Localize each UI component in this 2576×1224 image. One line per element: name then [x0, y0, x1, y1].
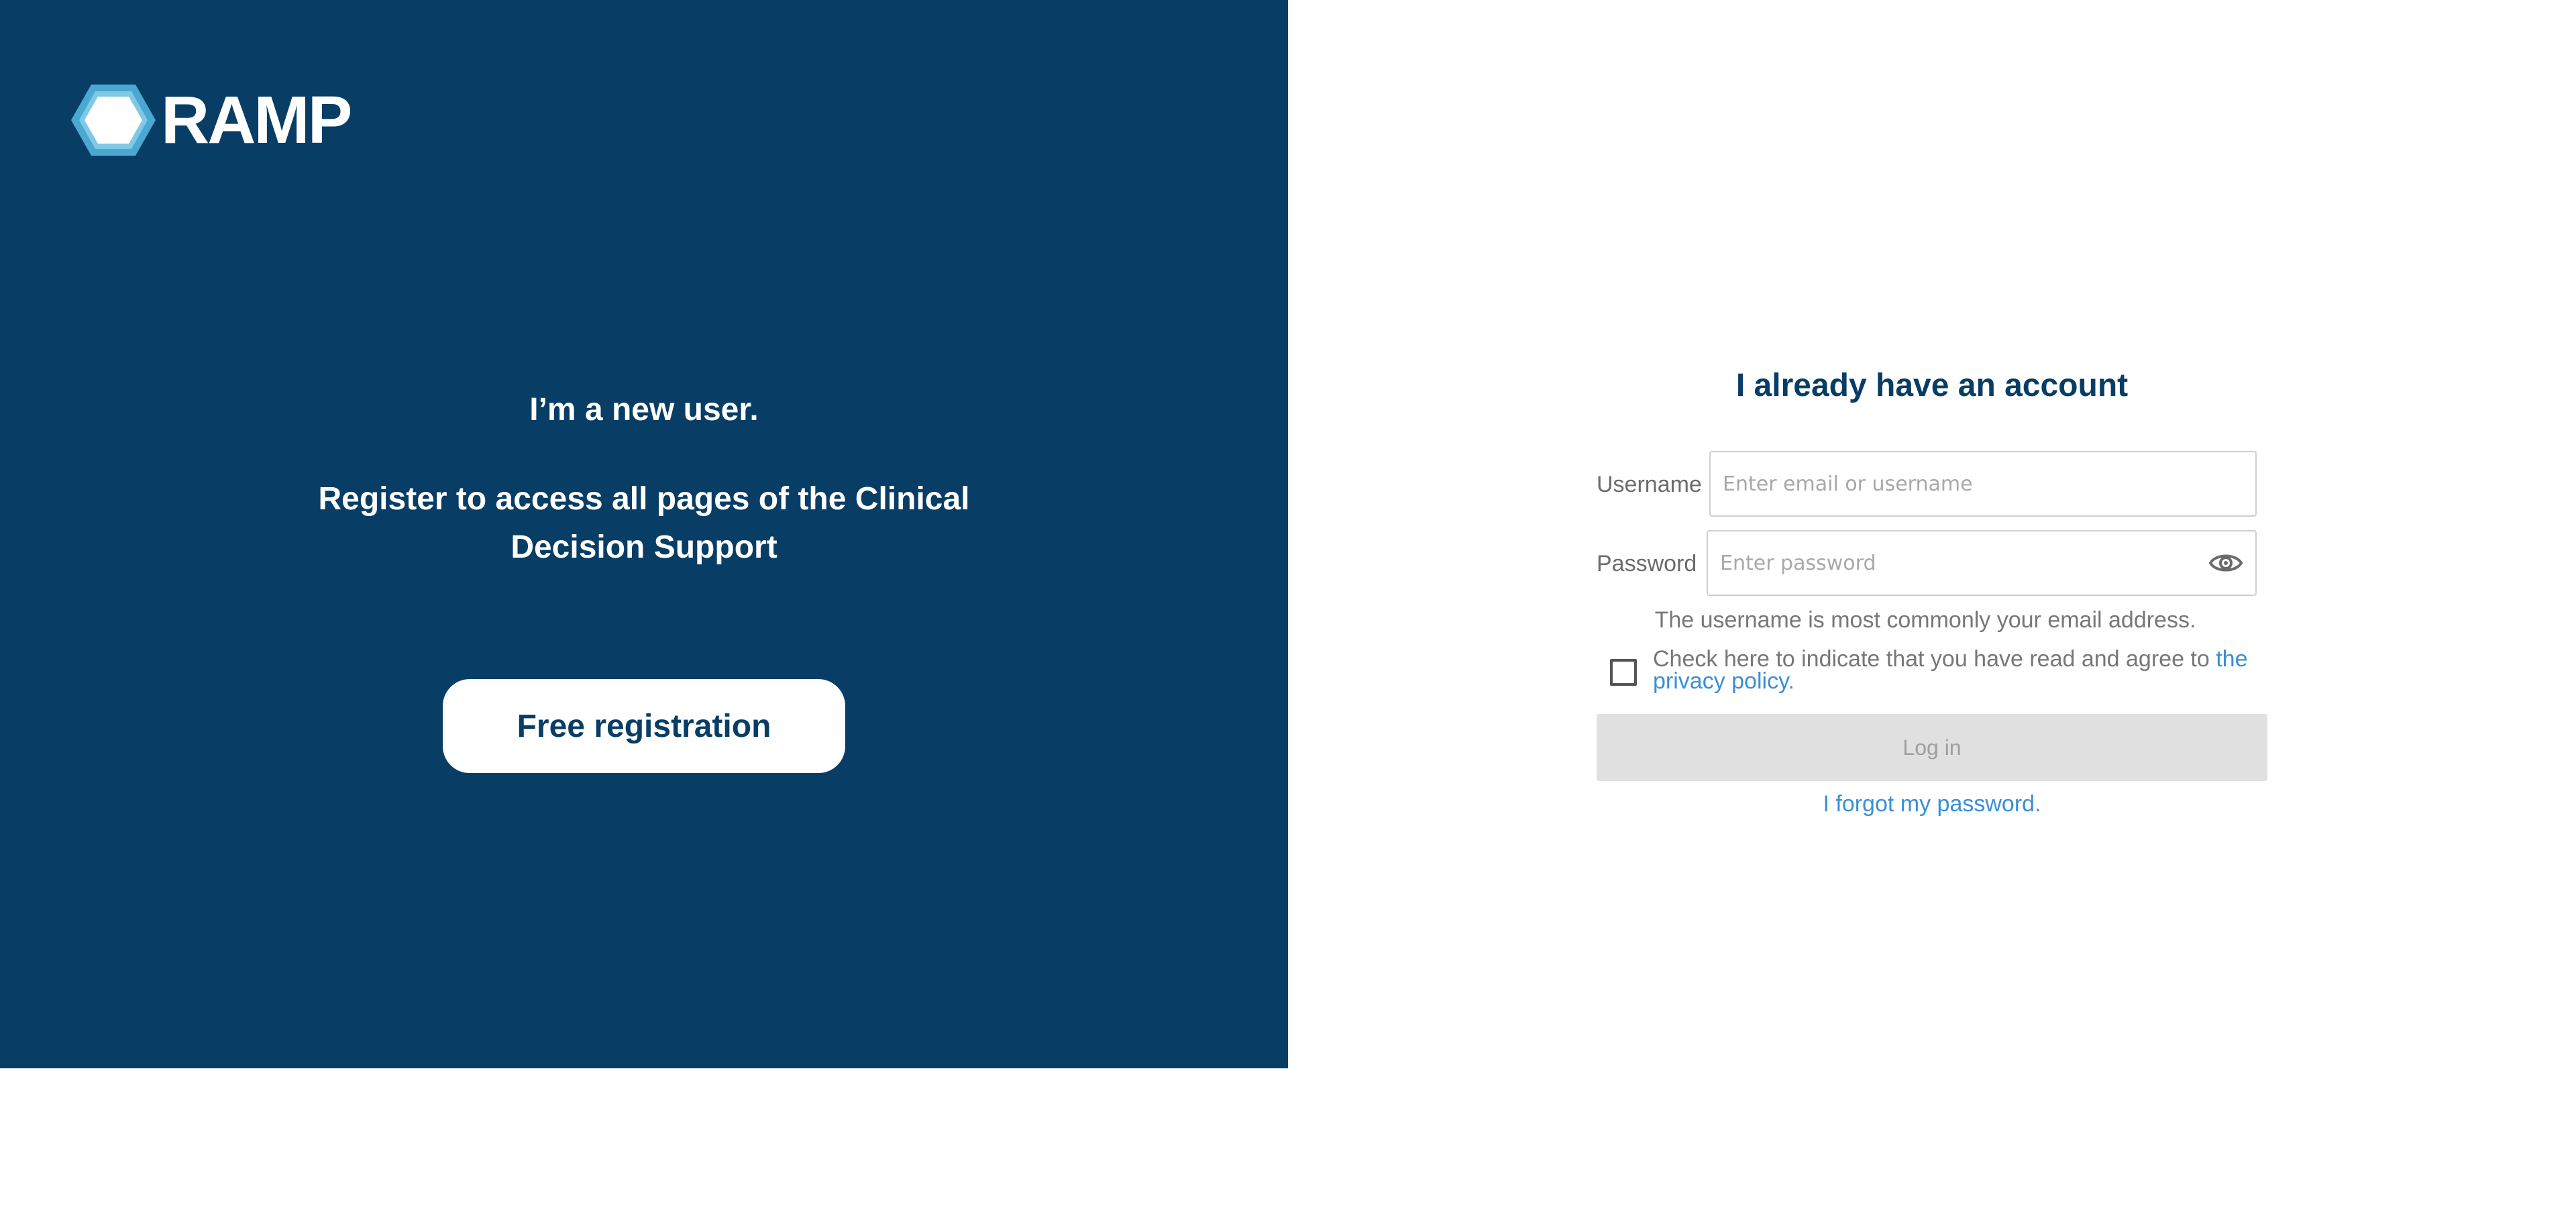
login-button[interactable]: Log in	[1597, 714, 2267, 781]
username-label: Username	[1597, 472, 1702, 497]
new-user-subtitle: Register to access all pages of the Clin…	[318, 481, 970, 565]
privacy-checkbox[interactable]	[1610, 659, 1637, 686]
eye-icon[interactable]	[2208, 550, 2243, 576]
password-input[interactable]	[1707, 530, 2257, 596]
new-user-panel: RAMP I’m a new user. Register to access …	[0, 0, 1288, 1068]
new-user-title: I’m a new user.	[529, 392, 759, 427]
privacy-consent-text: Check here to indicate that you have rea…	[1653, 648, 2257, 693]
username-input[interactable]	[1709, 451, 2257, 517]
brand-logo[interactable]: RAMP	[70, 83, 352, 158]
password-label: Password	[1597, 551, 1697, 576]
login-title: I already have an account	[1735, 368, 2129, 403]
privacy-consent-suffix: .	[1788, 668, 1794, 694]
free-registration-button[interactable]: Free registration	[443, 679, 845, 773]
forgot-password-link[interactable]: I forgot my password.	[1529, 790, 2334, 817]
brand-name: RAMP	[161, 83, 352, 158]
hexagon-logo-icon	[70, 83, 157, 157]
username-hint: The username is most commonly your email…	[1654, 607, 2196, 633]
